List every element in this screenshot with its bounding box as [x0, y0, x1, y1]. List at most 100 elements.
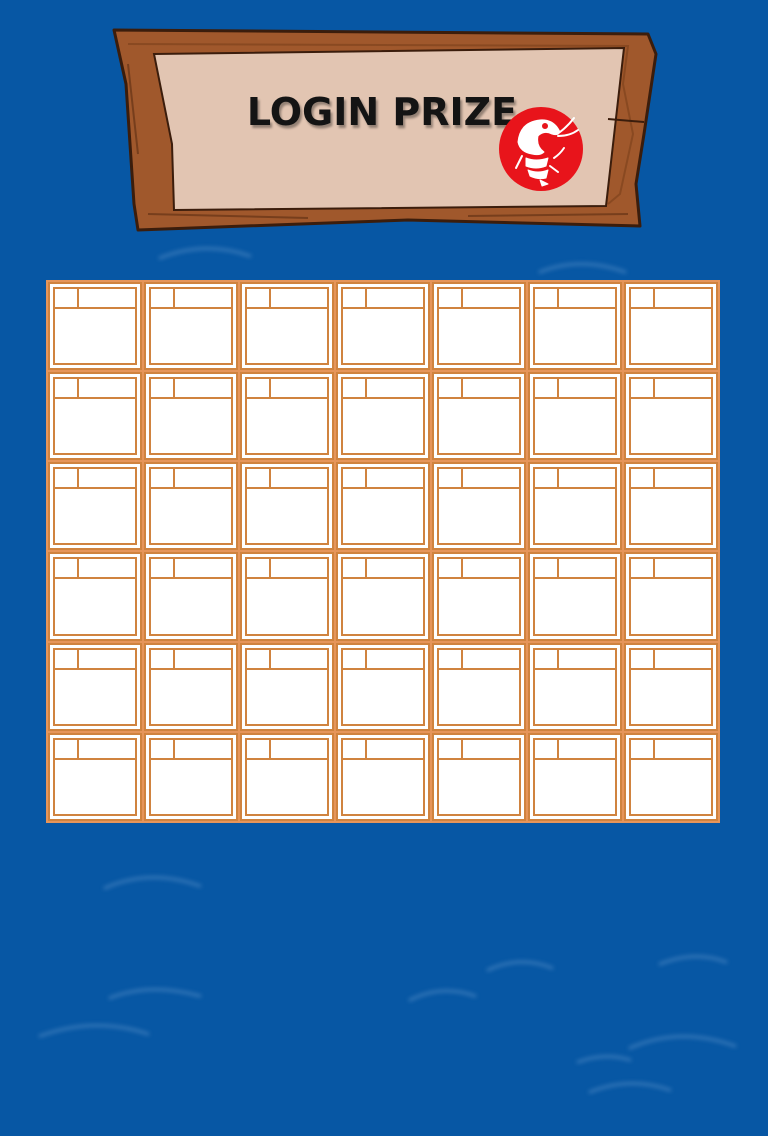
calendar-day-cell[interactable] [144, 642, 238, 731]
calendar-day-cell[interactable] [48, 372, 142, 461]
day-number-slot [343, 559, 367, 578]
calendar-day-cell[interactable] [528, 462, 622, 551]
calendar-day-cell[interactable] [336, 372, 430, 461]
day-number-slot [343, 289, 367, 307]
day-cell-frame [437, 377, 521, 456]
day-cell-frame [53, 737, 137, 816]
calendar-day-cell[interactable] [624, 552, 718, 641]
calendar-day-cell[interactable] [240, 732, 334, 821]
day-number-slot [631, 649, 655, 668]
day-number-slot [151, 739, 175, 758]
day-cell-header [55, 559, 135, 580]
calendar-day-cell[interactable] [48, 552, 142, 641]
day-number-slot [247, 559, 271, 578]
calendar-day-cell[interactable] [144, 552, 238, 641]
day-number-slot [151, 289, 175, 307]
day-cell-header [439, 649, 519, 670]
day-number-slot [343, 469, 367, 488]
calendar-day-cell[interactable] [528, 642, 622, 731]
calendar-day-cell[interactable] [240, 372, 334, 461]
day-cell-header [343, 739, 423, 760]
calendar-day-cell[interactable] [432, 282, 526, 371]
day-cell-frame [437, 287, 521, 366]
calendar-day-cell[interactable] [240, 282, 334, 371]
calendar-day-cell[interactable] [144, 732, 238, 821]
day-cell-frame [533, 737, 617, 816]
day-number-slot [343, 649, 367, 668]
shrimp-badge-button[interactable] [498, 106, 584, 192]
calendar-day-cell[interactable] [528, 372, 622, 461]
day-number-slot [247, 649, 271, 668]
day-number-slot [535, 379, 559, 398]
calendar-day-cell[interactable] [336, 462, 430, 551]
login-prize-sign: LOGIN PRIZE [108, 24, 660, 236]
day-cell-header [247, 649, 327, 670]
day-cell-header [439, 559, 519, 580]
day-cell-frame [245, 647, 329, 726]
day-cell-frame [245, 377, 329, 456]
calendar-day-cell[interactable] [336, 732, 430, 821]
calendar-day-cell[interactable] [336, 552, 430, 641]
day-cell-header [535, 649, 615, 670]
day-cell-frame [437, 467, 521, 546]
calendar-day-cell[interactable] [432, 372, 526, 461]
day-cell-header [343, 469, 423, 490]
day-cell-header [247, 559, 327, 580]
day-cell-frame [629, 467, 713, 546]
calendar-day-cell[interactable] [336, 642, 430, 731]
day-cell-header [631, 739, 711, 760]
day-number-slot [55, 289, 79, 307]
day-number-slot [151, 469, 175, 488]
calendar-day-cell[interactable] [240, 552, 334, 641]
day-cell-header [343, 649, 423, 670]
day-cell-header [151, 739, 231, 760]
calendar-day-cell[interactable] [48, 282, 142, 371]
calendar-day-cell[interactable] [624, 282, 718, 371]
calendar-day-cell[interactable] [624, 642, 718, 731]
day-cell-frame [533, 377, 617, 456]
day-cell-header [151, 559, 231, 580]
day-number-slot [439, 739, 463, 758]
calendar-day-cell[interactable] [144, 282, 238, 371]
calendar-day-cell[interactable] [432, 732, 526, 821]
calendar-day-cell[interactable] [144, 462, 238, 551]
calendar-day-cell[interactable] [336, 282, 430, 371]
calendar-day-cell[interactable] [432, 552, 526, 641]
day-cell-frame [245, 467, 329, 546]
day-cell-header [535, 469, 615, 490]
day-number-slot [247, 289, 271, 307]
calendar-day-cell[interactable] [624, 462, 718, 551]
calendar-day-cell[interactable] [48, 642, 142, 731]
day-cell-frame [437, 737, 521, 816]
day-number-slot [631, 379, 655, 398]
day-cell-header [151, 289, 231, 309]
day-cell-frame [629, 287, 713, 366]
day-cell-header [439, 739, 519, 760]
day-cell-header [151, 379, 231, 400]
day-cell-header [343, 289, 423, 309]
login-calendar-grid [46, 280, 720, 823]
day-number-slot [343, 739, 367, 758]
day-cell-header [247, 379, 327, 400]
calendar-day-cell[interactable] [432, 642, 526, 731]
day-cell-frame [533, 287, 617, 366]
day-cell-frame [341, 287, 425, 366]
calendar-day-cell[interactable] [432, 462, 526, 551]
day-number-slot [535, 559, 559, 578]
calendar-day-cell[interactable] [528, 732, 622, 821]
calendar-day-cell[interactable] [240, 462, 334, 551]
day-number-slot [151, 379, 175, 398]
day-cell-header [247, 289, 327, 309]
calendar-day-cell[interactable] [528, 552, 622, 641]
day-cell-frame [533, 467, 617, 546]
calendar-day-cell[interactable] [624, 732, 718, 821]
calendar-day-cell[interactable] [240, 642, 334, 731]
calendar-day-cell[interactable] [48, 732, 142, 821]
calendar-day-cell[interactable] [528, 282, 622, 371]
calendar-day-cell[interactable] [624, 372, 718, 461]
day-number-slot [343, 379, 367, 398]
calendar-day-cell[interactable] [144, 372, 238, 461]
day-cell-header [631, 469, 711, 490]
calendar-day-cell[interactable] [48, 462, 142, 551]
day-cell-header [631, 289, 711, 309]
